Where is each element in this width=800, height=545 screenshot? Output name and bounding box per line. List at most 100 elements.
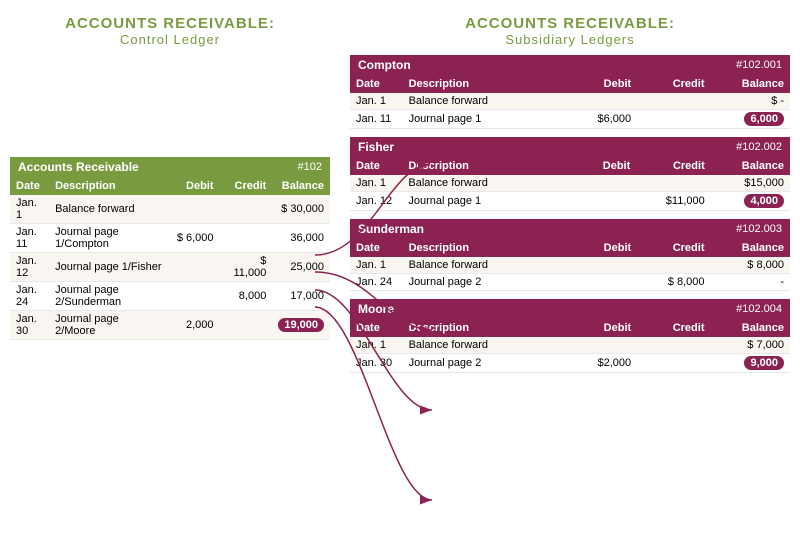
control-ledger-row: Jan. 24 Journal page 2/Sunderman 8,000 1… [10, 282, 330, 311]
cell-debit [563, 192, 636, 211]
col-header-credit: Credit [220, 177, 273, 195]
cell-date: Jan. 30 [350, 354, 403, 373]
col-header-balance: Balance [710, 239, 790, 257]
moore-account-num: #102.004 [736, 303, 782, 315]
control-ledger-row: Jan. 1 Balance forward $ 30,000 [10, 195, 330, 224]
left-title: ACCOUNTS RECEIVABLE: Control Ledger [10, 10, 330, 47]
subsidiary-ledger-row: Jan. 1 Balance forward $15,000 [350, 175, 790, 192]
col-header-balance: Balance [710, 319, 790, 337]
highlighted-balance: 6,000 [744, 112, 784, 126]
cell-balance: $15,000 [711, 175, 790, 192]
moore-header-row: Date Description Debit Credit Balance [350, 319, 790, 337]
col-header-credit: Credit [637, 239, 710, 257]
subsidiary-ledgers-container: Compton #102.001 Date Description Debit … [350, 55, 790, 373]
cell-credit [636, 175, 710, 192]
cell-desc: Journal page 1/Fisher [49, 253, 168, 282]
col-header-date: Date [350, 75, 403, 93]
cell-desc: Journal page 1/Compton [49, 224, 168, 253]
col-header-desc: Description [403, 75, 564, 93]
cell-debit [564, 337, 637, 354]
cell-balance: $ 30,000 [272, 195, 330, 224]
subsidiary-ledger-row: Jan. 1 Balance forward $ 7,000 [350, 337, 790, 354]
cell-balance: 4,000 [711, 192, 790, 211]
col-header-desc: Description [49, 177, 168, 195]
subsidiary-ledger-row: Jan. 1 Balance forward $ - [350, 93, 790, 110]
cell-desc: Balance forward [49, 195, 168, 224]
col-header-date: Date [350, 239, 403, 257]
cell-debit [564, 257, 637, 274]
fisher-name: Fisher [358, 140, 394, 154]
cell-debit [564, 274, 637, 291]
col-header-desc: Description [402, 157, 563, 175]
subsidiary-ledger-compton: Compton #102.001 Date Description Debit … [350, 55, 790, 129]
cell-debit [168, 282, 220, 311]
control-ledger-header-row: Date Description Debit Credit Balance [10, 177, 330, 195]
cell-debit [168, 253, 220, 282]
control-ledger-row: Jan. 30 Journal page 2/Moore 2,000 19,00… [10, 311, 330, 340]
cell-date: Jan. 12 [10, 253, 49, 282]
control-ledger-body: Jan. 1 Balance forward $ 30,000 Jan. 11 … [10, 195, 330, 340]
cell-date: Jan. 1 [350, 93, 403, 110]
cell-desc: Journal page 1 [402, 192, 563, 211]
left-title-line1: ACCOUNTS RECEIVABLE: [10, 15, 330, 32]
cell-credit: $11,000 [636, 192, 710, 211]
cell-debit: $6,000 [564, 110, 637, 129]
cell-debit: 2,000 [168, 311, 220, 340]
cell-date: Jan. 24 [350, 274, 403, 291]
col-header-balance: Balance [272, 177, 330, 195]
control-ledger-wrapper: Accounts Receivable #102 Date Descriptio… [10, 157, 330, 340]
col-header-date: Date [350, 319, 403, 337]
cell-credit [220, 195, 273, 224]
cell-balance: - [710, 274, 790, 291]
col-header-debit: Debit [564, 75, 637, 93]
cell-credit [220, 311, 273, 340]
fisher-table: Date Description Debit Credit Balance Ja… [350, 157, 790, 211]
cell-desc: Balance forward [403, 93, 564, 110]
cell-desc: Journal page 1 [403, 110, 564, 129]
sunderman-name: Sunderman [358, 222, 424, 236]
cell-credit [637, 93, 710, 110]
cell-credit [637, 110, 710, 129]
cell-balance: 36,000 [272, 224, 330, 253]
cell-debit [168, 195, 220, 224]
col-header-debit: Debit [563, 157, 636, 175]
right-panel: ACCOUNTS RECEIVABLE: Subsidiary Ledgers … [330, 10, 790, 535]
subsidiary-ledger-row: Jan. 11 Journal page 1 $6,000 6,000 [350, 110, 790, 129]
highlighted-balance: 19,000 [278, 318, 324, 332]
cell-desc: Journal page 2/Moore [49, 311, 168, 340]
right-title-line1: ACCOUNTS RECEIVABLE: [350, 15, 790, 32]
cell-balance: 19,000 [272, 311, 330, 340]
col-header-credit: Credit [637, 75, 710, 93]
cell-balance: 25,000 [272, 253, 330, 282]
cell-desc: Journal page 2/Sunderman [49, 282, 168, 311]
control-ledger-header: Accounts Receivable #102 [10, 157, 330, 177]
col-header-credit: Credit [636, 157, 710, 175]
cell-balance: $ 7,000 [710, 337, 790, 354]
cell-debit: $ 6,000 [168, 224, 220, 253]
subsidiary-ledger-row: Jan. 30 Journal page 2 $2,000 9,000 [350, 354, 790, 373]
cell-desc: Journal page 2 [403, 274, 564, 291]
cell-desc: Journal page 2 [403, 354, 564, 373]
cell-debit: $2,000 [564, 354, 637, 373]
moore-table: Date Description Debit Credit Balance Ja… [350, 319, 790, 373]
cell-debit [564, 93, 637, 110]
compton-header: Compton #102.001 [350, 55, 790, 75]
cell-balance: 6,000 [710, 110, 790, 129]
highlighted-balance: 4,000 [744, 194, 784, 208]
sunderman-header-row: Date Description Debit Credit Balance [350, 239, 790, 257]
subsidiary-ledger-row: Jan. 1 Balance forward $ 8,000 [350, 257, 790, 274]
control-ledger-section: Accounts Receivable #102 Date Descriptio… [10, 157, 330, 340]
cell-date: Jan. 1 [350, 257, 403, 274]
subsidiary-ledger-sunderman: Sunderman #102.003 Date Description Debi… [350, 219, 790, 291]
col-header-balance: Balance [711, 157, 790, 175]
col-header-desc: Description [403, 319, 564, 337]
right-title-line2: Subsidiary Ledgers [350, 32, 790, 47]
control-ledger-row: Jan. 12 Journal page 1/Fisher $ 11,000 2… [10, 253, 330, 282]
cell-balance: 9,000 [710, 354, 790, 373]
cell-credit: $ 8,000 [637, 274, 710, 291]
cell-date: Jan. 12 [350, 192, 402, 211]
col-header-desc: Description [403, 239, 564, 257]
subsidiary-ledger-row: Jan. 12 Journal page 1 $11,000 4,000 [350, 192, 790, 211]
col-header-debit: Debit [168, 177, 220, 195]
fisher-header: Fisher #102.002 [350, 137, 790, 157]
